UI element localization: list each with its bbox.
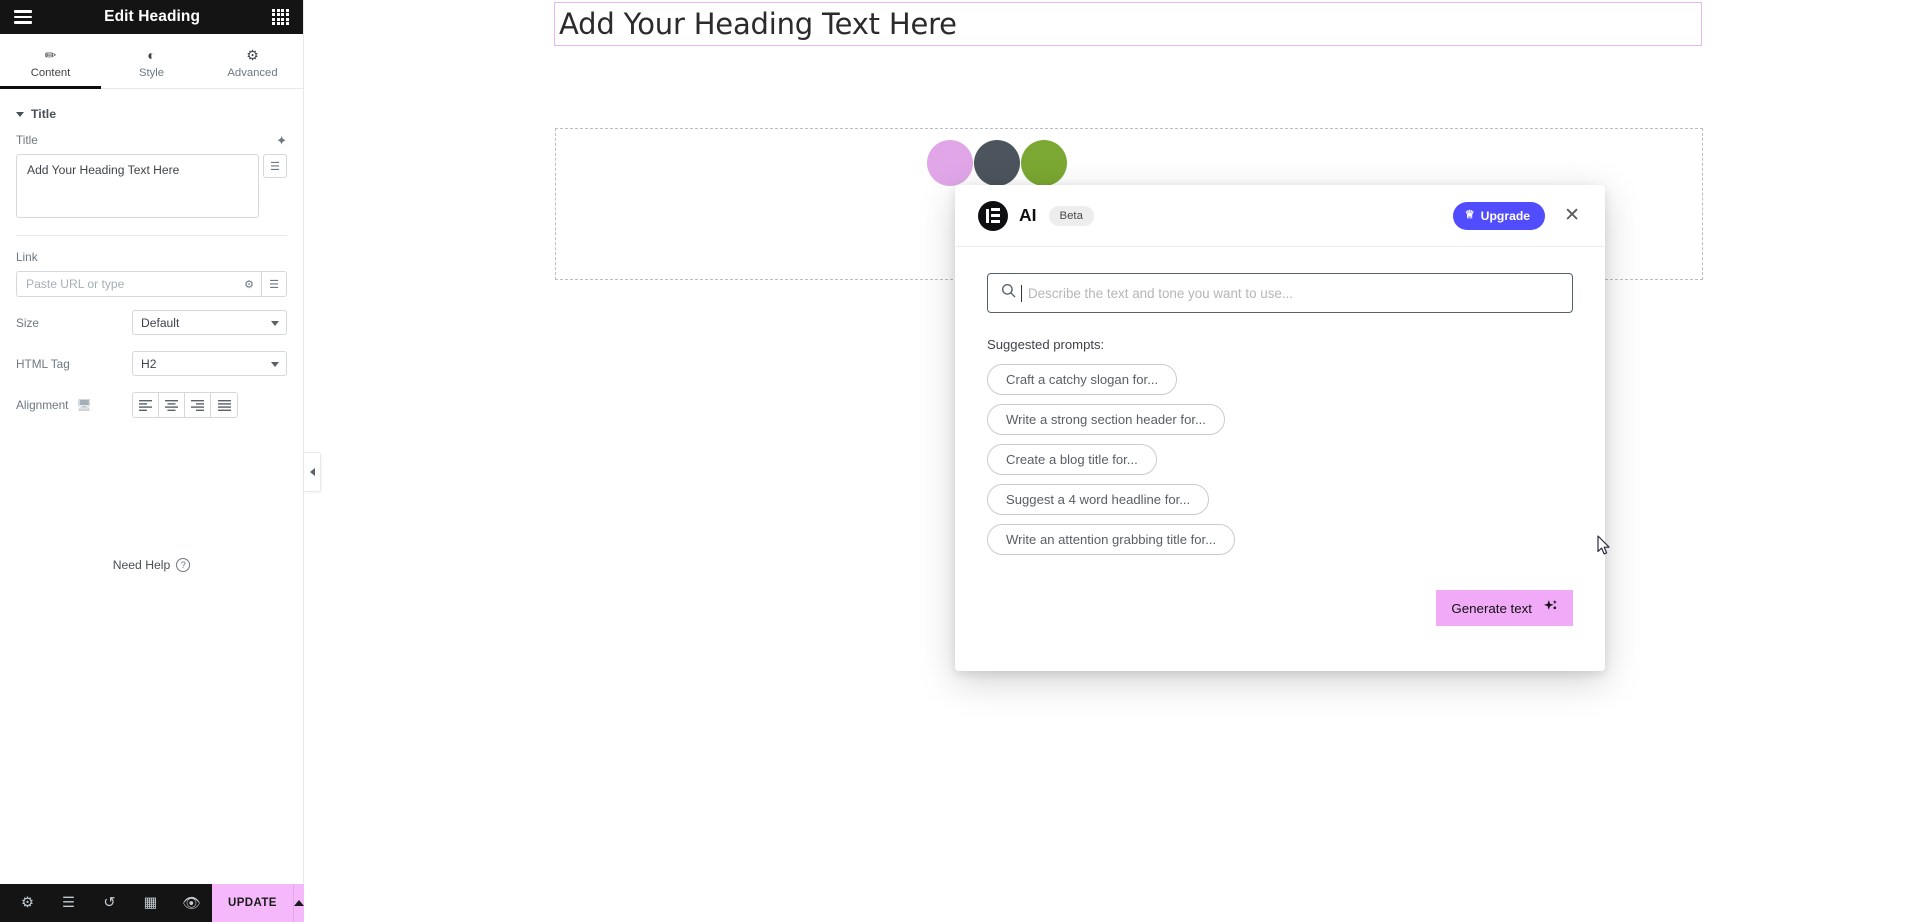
circle-pink xyxy=(927,140,973,186)
heading-widget[interactable]: Add Your Heading Text Here xyxy=(554,2,1702,46)
prompt-pill[interactable]: Create a blog title for... xyxy=(987,444,1157,475)
pencil-icon: ✏ xyxy=(44,46,57,63)
circle-green xyxy=(1021,140,1067,186)
update-button[interactable]: UPDATE xyxy=(212,884,293,922)
ai-sparkle-icon[interactable]: ✦ xyxy=(276,134,287,147)
upgrade-label: Upgrade xyxy=(1480,208,1531,223)
gear-icon: ⚙ xyxy=(246,46,259,63)
alignment-button-group xyxy=(132,392,238,418)
need-help-link[interactable]: Need Help ? xyxy=(0,558,303,572)
align-justify-button[interactable] xyxy=(211,393,237,417)
crown-icon: ♕ xyxy=(1464,209,1475,221)
alignment-label: Alignment xyxy=(16,398,69,412)
tab-advanced-label: Advanced xyxy=(227,67,278,79)
ai-modal-body: Suggested prompts: Craft a catchy slogan… xyxy=(955,247,1605,555)
tab-content[interactable]: ✏ Content xyxy=(0,34,101,89)
align-center-button[interactable] xyxy=(159,393,185,417)
tab-style[interactable]: ◐ Style xyxy=(101,34,202,88)
prompt-pill[interactable]: Craft a catchy slogan for... xyxy=(987,364,1178,395)
close-x-icon[interactable]: ✕ xyxy=(1561,204,1583,227)
heading-text: Add Your Heading Text Here xyxy=(559,7,957,41)
field-link: Link ⚙ ☰ xyxy=(0,250,303,310)
upgrade-button[interactable]: ♕ Upgrade xyxy=(1452,201,1546,230)
ai-modal-header: AI Beta ♕ Upgrade ✕ xyxy=(955,185,1605,247)
panel-tabs: ✏ Content ◐ Style ⚙ Advanced xyxy=(0,34,303,89)
title-label: Title xyxy=(16,133,38,147)
size-select[interactable]: Default xyxy=(132,310,287,335)
desktop-monitor-icon[interactable]: 🖥 xyxy=(76,398,91,412)
link-label: Link xyxy=(16,250,38,264)
prompt-search-box[interactable] xyxy=(987,273,1573,313)
html-tag-select[interactable]: H2 xyxy=(132,351,287,376)
prompt-pill[interactable]: Suggest a 4 word headline for... xyxy=(987,484,1210,515)
generate-text-label: Generate text xyxy=(1451,600,1532,616)
chevron-up-icon[interactable] xyxy=(292,884,304,922)
search-icon xyxy=(1001,283,1016,303)
panel-body: Title Title ✦ ☰ Link xyxy=(0,89,303,434)
text-cursor xyxy=(1021,284,1022,302)
circle-slate xyxy=(974,140,1020,186)
link-input[interactable] xyxy=(16,271,237,297)
chevron-left-icon xyxy=(309,468,315,476)
chevron-down-icon xyxy=(16,111,24,117)
navigator-layers-icon[interactable]: ☰ xyxy=(48,884,89,922)
size-label: Size xyxy=(16,315,39,330)
field-title: Title ✦ ☰ xyxy=(0,133,303,231)
ai-modal-title: AI xyxy=(1019,205,1037,225)
generate-text-button[interactable]: Generate text xyxy=(1436,590,1573,626)
title-input[interactable] xyxy=(16,154,259,218)
ai-modal-footer: Generate text xyxy=(955,583,1605,671)
alignment-label-group: Alignment 🖥 xyxy=(16,398,132,412)
panel-divider xyxy=(16,235,287,236)
ai-sparkle-icon xyxy=(1543,599,1558,617)
tab-advanced[interactable]: ⚙ Advanced xyxy=(202,34,303,88)
responsive-mode-icon[interactable]: ▦ xyxy=(130,884,171,922)
panel-header: Edit Heading xyxy=(0,0,303,34)
link-dynamic-tags-icon[interactable]: ☰ xyxy=(262,271,287,297)
dynamic-tags-icon[interactable]: ☰ xyxy=(263,154,287,178)
editor-canvas: Add Your Heading Text Here AI Beta ♕ Upg… xyxy=(305,0,1910,922)
prompt-pill[interactable]: Write a strong section header for... xyxy=(987,404,1225,435)
editor-root: Edit Heading ✏ Content ◐ Style ⚙ Advance… xyxy=(0,0,1910,922)
preview-eye-icon[interactable]: 👁 xyxy=(171,884,212,922)
widgets-grid-icon[interactable] xyxy=(272,8,289,26)
history-clock-icon[interactable]: ↺ xyxy=(89,884,130,922)
elementor-logo-icon xyxy=(978,200,1008,231)
beta-badge: Beta xyxy=(1048,205,1094,226)
tab-style-label: Style xyxy=(138,67,165,79)
ai-modal: AI Beta ♕ Upgrade ✕ Describe the text an… xyxy=(955,185,1605,671)
panel-collapse-handle[interactable] xyxy=(304,452,321,492)
panel-footer: ⚙ ☰ ↺ ▦ 👁 UPDATE xyxy=(0,884,304,922)
hamburger-icon[interactable] xyxy=(14,10,32,24)
settings-gear-icon[interactable]: ⚙ xyxy=(7,884,48,922)
link-options-gear-icon[interactable]: ⚙ xyxy=(237,271,262,297)
prompt-input[interactable] xyxy=(1028,285,1559,301)
editor-panel: Edit Heading ✏ Content ◐ Style ⚙ Advance… xyxy=(0,0,304,922)
prompt-pill[interactable]: Write an attention grabbing title for... xyxy=(987,524,1236,555)
align-right-button[interactable] xyxy=(185,393,211,417)
tab-content-label: Content xyxy=(30,67,71,79)
question-circle-icon: ? xyxy=(176,558,191,572)
page-title: Edit Heading xyxy=(104,8,201,25)
align-left-button[interactable] xyxy=(133,393,159,417)
contrast-circle-icon: ◐ xyxy=(147,46,156,63)
field-size: Size Default xyxy=(0,310,303,351)
section-title-header[interactable]: Title xyxy=(0,89,303,133)
suggested-prompts-label: Suggested prompts: xyxy=(987,337,1105,352)
html-tag-label: HTML Tag xyxy=(16,356,70,371)
suggested-prompts-list: Craft a catchy slogan for... Write a str… xyxy=(987,364,1573,555)
need-help-label: Need Help xyxy=(112,558,171,572)
section-title-label: Title xyxy=(31,107,57,121)
field-alignment: Alignment 🖥 xyxy=(0,392,303,434)
field-html-tag: HTML Tag H2 xyxy=(0,351,303,392)
